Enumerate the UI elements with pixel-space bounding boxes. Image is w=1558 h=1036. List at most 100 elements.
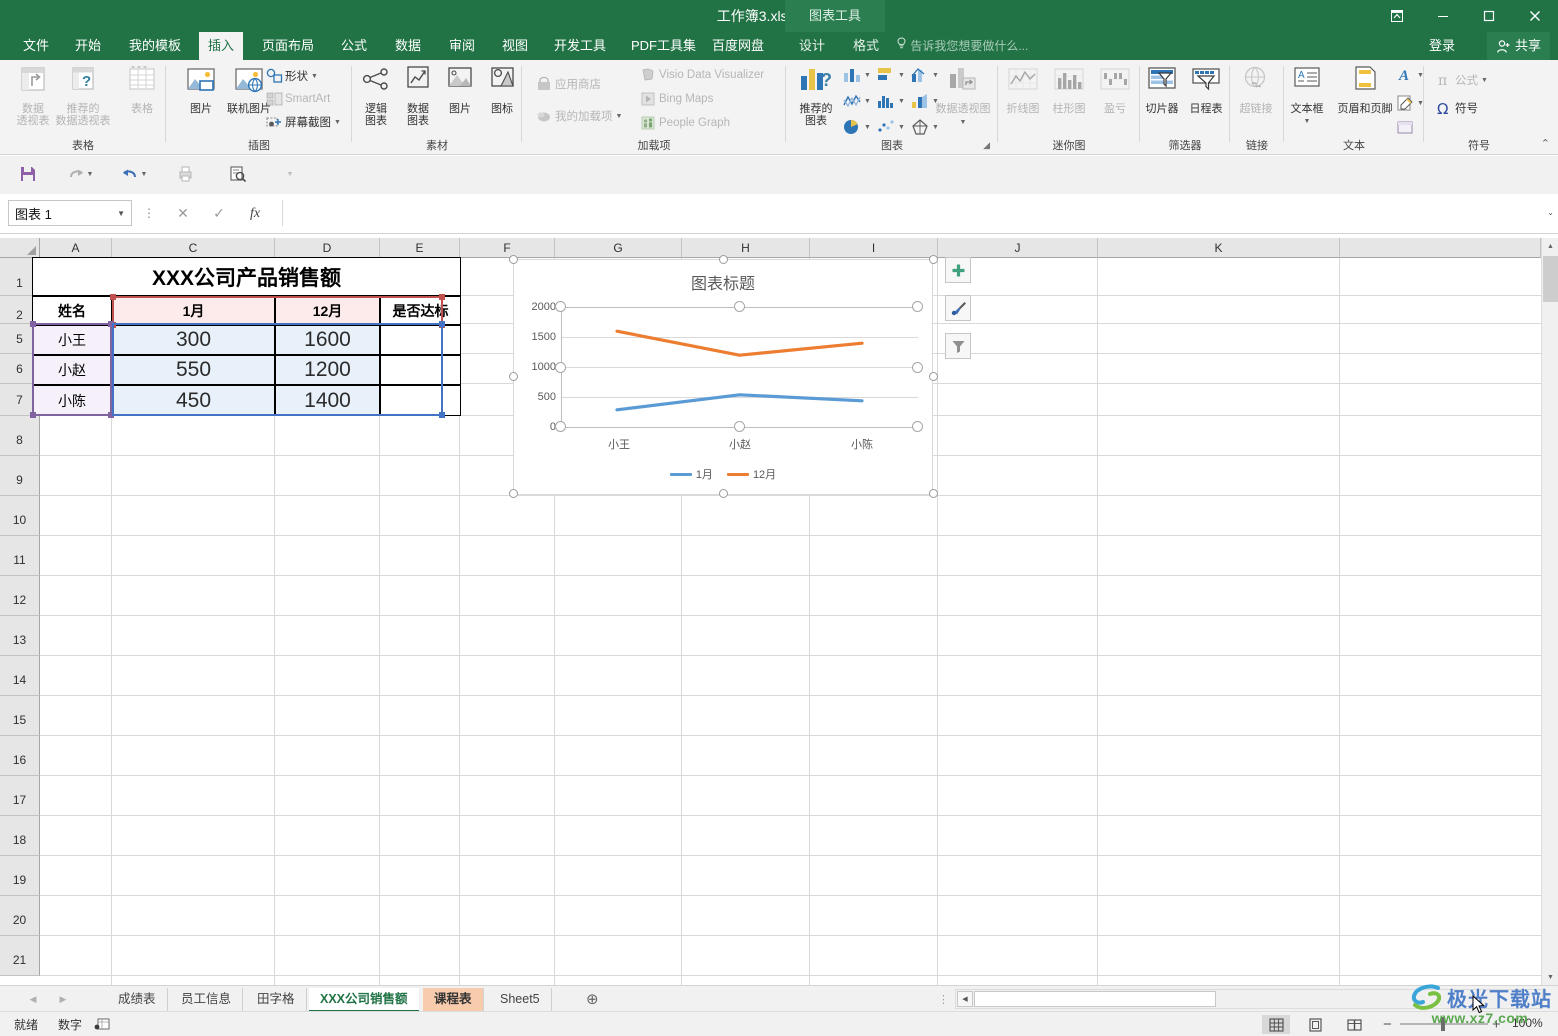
plot-handle-mr[interactable] [912, 362, 923, 373]
tab-chart-format[interactable]: 格式 [844, 32, 888, 60]
chevron-down-icon[interactable]: ▼ [141, 171, 148, 178]
screenshot-button[interactable]: 屏幕截图 ▼ [266, 114, 341, 130]
hyperlink-button[interactable]: 超链接 [1230, 64, 1282, 115]
cell-jan-2[interactable]: 550 [112, 355, 275, 385]
plot-handle-ml[interactable] [555, 362, 566, 373]
sheet-tab-sheet5[interactable]: Sheet5 [489, 988, 552, 1012]
next-sheet-button[interactable]: ▶ [52, 991, 74, 1008]
row-header-15[interactable]: 15 [0, 696, 40, 736]
chart-handle-tr[interactable] [929, 255, 938, 264]
chevron-down-icon[interactable]: ▼ [864, 72, 871, 79]
column-chart-button[interactable]: ▼ [842, 66, 871, 84]
chevron-down-icon[interactable]: ▼ [311, 73, 318, 80]
vertical-scrollbar[interactable]: ▲ ▼ [1541, 238, 1558, 986]
column-header-c[interactable]: C [112, 238, 275, 258]
tab-data[interactable]: 数据 [386, 32, 430, 60]
sheet-tab-xxx-sales[interactable]: XXX公司销售额 [309, 988, 419, 1012]
sparkline-line-button[interactable]: 折线图 [1000, 64, 1046, 115]
customize-qat-button[interactable]: ▼ [276, 161, 304, 187]
sheet-tab-kechengbiao[interactable]: 课程表 [423, 988, 484, 1012]
close-button[interactable] [1512, 0, 1558, 32]
name-box[interactable]: 图表 1 ▼ [8, 200, 132, 226]
chart-handle-mr[interactable] [929, 372, 938, 381]
chevron-down-icon[interactable]: ▼ [898, 72, 905, 79]
tab-developer[interactable]: 开发工具 [545, 32, 615, 60]
pivot-chart-button[interactable]: 数据透视图 ▼ [930, 64, 996, 129]
tab-formulas[interactable]: 公式 [332, 32, 376, 60]
bar-chart-button[interactable]: ▼ [876, 66, 905, 84]
previous-sheet-button[interactable]: ◀ [22, 991, 44, 1008]
cell-header-jan[interactable]: 1月 [112, 296, 275, 325]
sparkline-winloss-button[interactable]: 盈亏 [1092, 64, 1138, 115]
chevron-down-icon[interactable]: ▼ [287, 171, 294, 178]
chart-handle-bl[interactable] [509, 489, 518, 498]
row-header-9[interactable]: 9 [0, 456, 40, 496]
scroll-up-button[interactable]: ▲ [1542, 238, 1558, 255]
print-preview-button[interactable] [224, 161, 252, 187]
row-header-20[interactable]: 20 [0, 896, 40, 936]
row-header-10[interactable]: 10 [0, 496, 40, 536]
row-header-17[interactable]: 17 [0, 776, 40, 816]
tab-my-templates[interactable]: 我的模板 [120, 32, 190, 60]
sign-in-button[interactable]: 登录 [1429, 32, 1455, 60]
cancel-formula-button[interactable]: ✕ [168, 202, 198, 225]
cell-jan-1[interactable]: 300 [112, 325, 275, 355]
plot-handle-br[interactable] [912, 421, 923, 432]
line-chart-button[interactable]: ▼ [842, 92, 871, 110]
histogram-chart-button[interactable]: ▼ [876, 92, 905, 110]
cell-header-pass[interactable]: 是否达标 [380, 296, 461, 325]
cell-header-dec[interactable]: 12月 [275, 296, 380, 325]
recommended-charts-button[interactable]: ? 推荐的 图表 [788, 64, 844, 127]
tab-pdf-tools[interactable]: PDF工具集 [622, 32, 705, 60]
visio-data-visualizer-button[interactable]: Visio Data Visualizer [640, 67, 764, 83]
column-header-k[interactable]: K [1098, 238, 1340, 258]
shapes-button[interactable]: 形状 ▼ [266, 68, 318, 84]
column-header-g[interactable]: G [555, 238, 682, 258]
cell-pass-3[interactable] [380, 385, 461, 416]
cell-dec-1[interactable]: 1600 [275, 325, 380, 355]
chart-title[interactable]: 图表标题 [514, 270, 932, 294]
cell-dec-3[interactable]: 1400 [275, 385, 380, 416]
maximize-button[interactable] [1466, 0, 1512, 32]
cell-name-2[interactable]: 小赵 [32, 355, 112, 385]
chevron-down-icon[interactable]: ▼ [864, 124, 871, 131]
chart-styles-button[interactable] [945, 295, 971, 321]
chart-handle-bc[interactable] [719, 489, 728, 498]
formula-input[interactable] [282, 200, 1536, 226]
charts-dialog-launcher[interactable]: ◢ [983, 140, 990, 151]
column-header-h[interactable]: H [682, 238, 810, 258]
column-header-a[interactable]: A [40, 238, 112, 258]
chevron-down-icon[interactable]: ▼ [864, 98, 871, 105]
collapse-ribbon-button[interactable]: ⌃ [1541, 137, 1550, 150]
horizontal-scroll-thumb[interactable] [974, 991, 1216, 1007]
data-chart-button[interactable]: 数据 图表 [396, 64, 440, 127]
row-header-19[interactable]: 19 [0, 856, 40, 896]
table-button[interactable]: 表格 [115, 64, 169, 115]
chevron-down-icon[interactable]: ▼ [616, 113, 623, 120]
chart-handle-br[interactable] [929, 489, 938, 498]
sheet-tab-yuangongxinxi[interactable]: 员工信息 [170, 988, 243, 1012]
material-picture-button[interactable]: 图片 [438, 64, 482, 115]
chart-handle-ml[interactable] [509, 372, 518, 381]
chevron-down-icon[interactable]: ▼ [87, 171, 94, 178]
column-header-d[interactable]: D [275, 238, 380, 258]
legend-item-2[interactable]: 12月 [727, 466, 776, 482]
page-break-view-button[interactable] [1340, 1015, 1368, 1034]
plot-handle-tl[interactable] [555, 301, 566, 312]
row-header-8[interactable]: 8 [0, 416, 40, 456]
select-all-button[interactable] [0, 238, 40, 258]
chevron-down-icon[interactable]: ▼ [117, 209, 125, 218]
signature-line-button[interactable]: ▼ [1396, 94, 1424, 112]
chart-object[interactable]: 图表标题 2000 1500 1000 500 0 小王 小赵 小陈 [513, 259, 933, 495]
cell-name-3[interactable]: 小陈 [32, 385, 112, 416]
plot-handle-bl[interactable] [555, 421, 566, 432]
bing-maps-button[interactable]: Bing Maps [640, 91, 713, 107]
add-sheet-button[interactable]: ⊕ [586, 990, 599, 1008]
chevron-down-icon[interactable]: ▼ [898, 124, 905, 131]
quick-print-button[interactable] [172, 161, 200, 187]
redo-button[interactable]: ▼ [66, 161, 94, 187]
chevron-down-icon[interactable]: ▼ [334, 119, 341, 126]
spreadsheet-grid[interactable]: A C D E F G H I J K 1 2 5 6 7 8 9 10 11 … [0, 238, 1558, 986]
header-footer-button[interactable]: 页眉和页脚 [1332, 64, 1398, 115]
timeline-button[interactable]: 日程表 [1184, 64, 1228, 115]
